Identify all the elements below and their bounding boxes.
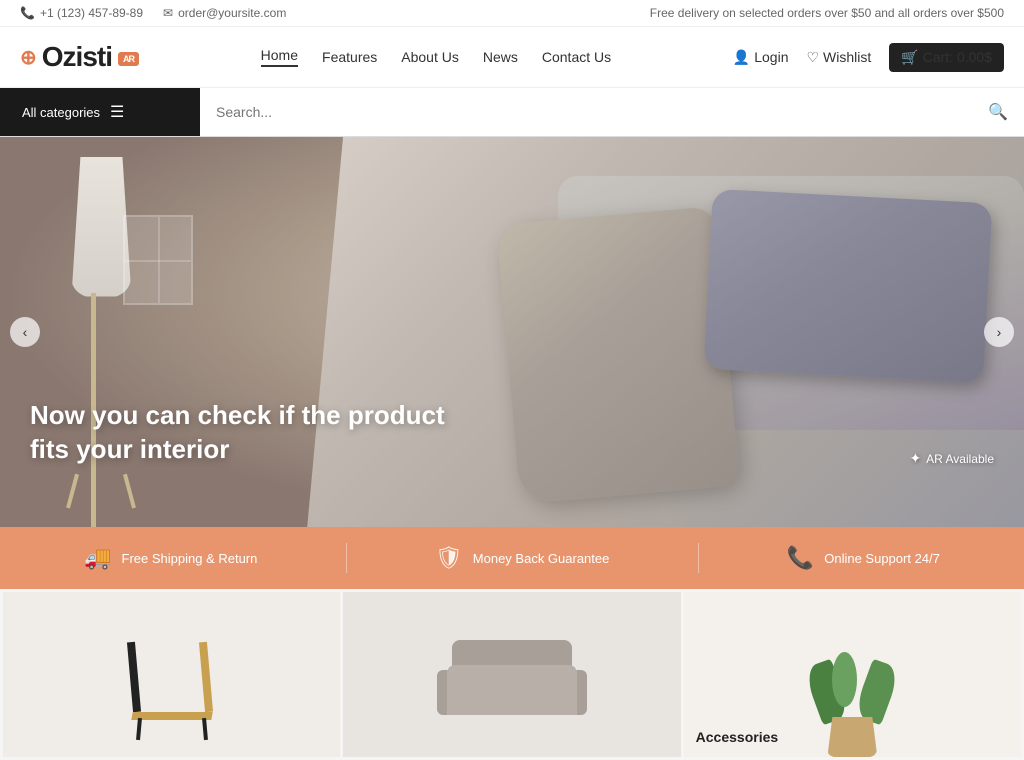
login-icon: 👤 <box>733 49 750 66</box>
feature-money-back: 🛡 Money Back Guarantee <box>435 545 610 571</box>
nav-features[interactable]: Features <box>322 49 377 65</box>
nav-news[interactable]: News <box>483 49 518 65</box>
logo-ar-badge: AR <box>118 52 139 66</box>
top-bar-contact: 📞 +1 (123) 457-89-89 ✉ order@yoursite.co… <box>20 6 286 20</box>
chair-background <box>3 592 340 757</box>
email-address: order@yoursite.com <box>178 6 286 20</box>
all-categories-button[interactable]: All categories ☰ <box>0 88 200 136</box>
product-card-plant[interactable]: Accessories <box>684 592 1021 757</box>
cart-icon: 🛒 <box>901 49 918 66</box>
shipping-icon: 🚚 <box>84 545 111 571</box>
right-arrow-icon: › <box>997 324 1002 340</box>
shipping-label: Free Shipping & Return <box>122 551 258 566</box>
feature-divider-2 <box>698 543 699 573</box>
wishlist-label: Wishlist <box>823 49 871 65</box>
lamp-legs <box>61 468 141 508</box>
plant-leaf-3 <box>832 652 857 707</box>
ar-badge: ✦ AR Available <box>909 450 994 467</box>
nav-contact[interactable]: Contact Us <box>542 49 611 65</box>
lamp-leg-right <box>123 473 136 508</box>
chair-leg2 <box>202 717 208 739</box>
chair-leg1 <box>136 717 142 739</box>
sofa-mini-visual <box>437 625 587 725</box>
phone-icon: 📞 <box>20 6 35 20</box>
logo-text: Ozisti <box>42 41 112 73</box>
nav-home[interactable]: Home <box>261 47 298 67</box>
search-input[interactable] <box>216 90 988 134</box>
nav-login[interactable]: 👤 Login <box>733 49 789 66</box>
hamburger-icon: ☰ <box>110 102 124 122</box>
money-back-icon: 🛡 <box>435 545 463 571</box>
chair-seat <box>131 712 212 720</box>
sofa-background <box>343 592 680 757</box>
search-bar: All categories ☰ 🔍 <box>0 88 1024 137</box>
sofa-area <box>307 137 1024 527</box>
plant-pot <box>827 717 877 757</box>
hero-next-button[interactable]: › <box>984 317 1014 347</box>
sofa-body <box>447 665 577 715</box>
phone-info: 📞 +1 (123) 457-89-89 <box>20 6 143 20</box>
lamp-leg-left <box>67 473 80 508</box>
header: ⊕ Ozisti AR Home Features About Us News … <box>0 27 1024 88</box>
pillow-right <box>704 188 993 382</box>
feature-divider-1 <box>346 543 347 573</box>
hero-headline-line1: Now you can check if the product <box>30 400 445 430</box>
plant-leaf-2 <box>853 659 902 726</box>
product-card-chair[interactable] <box>3 592 340 757</box>
logo-icon: ⊕ <box>20 45 36 70</box>
main-nav: Home Features About Us News Contact Us <box>261 47 611 67</box>
left-arrow-icon: ‹ <box>23 324 28 340</box>
product-card-sofa[interactable] <box>343 592 680 757</box>
login-label: Login <box>754 49 788 65</box>
lamp-decoration <box>61 137 141 527</box>
promo-text: Free delivery on selected orders over $5… <box>650 6 1004 20</box>
product-label-accessories: Accessories <box>696 729 779 745</box>
feature-shipping: 🚚 Free Shipping & Return <box>84 545 257 571</box>
nav-cart[interactable]: 🛒 Cart: 0.00$ <box>889 43 1004 72</box>
search-input-wrapper: 🔍 <box>200 90 1024 134</box>
features-bar: 🚚 Free Shipping & Return 🛡 Money Back Gu… <box>0 527 1024 589</box>
cart-label: Cart: 0.00$ <box>923 49 992 65</box>
hero-headline-line2: fits your interior <box>30 434 229 464</box>
logo[interactable]: ⊕ Ozisti AR <box>20 41 139 73</box>
nav-right: 👤 Login ♡ Wishlist 🛒 Cart: 0.00$ <box>733 43 1004 72</box>
top-bar: 📞 +1 (123) 457-89-89 ✉ order@yoursite.co… <box>0 0 1024 27</box>
money-back-label: Money Back Guarantee <box>473 551 610 566</box>
search-icon[interactable]: 🔍 <box>988 102 1008 122</box>
hero-banner: ‹ › Now you can check if the product fit… <box>0 137 1024 527</box>
support-label: Online Support 24/7 <box>824 551 940 566</box>
chair-back <box>127 641 141 711</box>
chair-back2 <box>199 641 213 711</box>
plant-visual <box>802 627 902 757</box>
window-light-effect <box>123 215 193 305</box>
nav-wishlist[interactable]: ♡ Wishlist <box>806 49 871 66</box>
hero-headline: Now you can check if the product fits yo… <box>30 399 445 467</box>
heart-icon: ♡ <box>806 49 819 66</box>
product-grid: Accessories <box>0 589 1024 760</box>
phone-number: +1 (123) 457-89-89 <box>40 6 143 20</box>
hero-prev-button[interactable]: ‹ <box>10 317 40 347</box>
hero-text: Now you can check if the product fits yo… <box>30 399 445 467</box>
all-categories-label: All categories <box>22 105 100 120</box>
feature-support: 📞 Online Support 24/7 <box>787 545 940 571</box>
ar-badge-icon: ✦ <box>909 450 921 467</box>
pillow-large <box>496 206 740 504</box>
support-icon: 📞 <box>787 545 814 571</box>
ar-badge-label: AR Available <box>926 452 994 466</box>
email-icon: ✉ <box>163 6 173 20</box>
nav-about[interactable]: About Us <box>401 49 459 65</box>
email-info: ✉ order@yoursite.com <box>163 6 286 20</box>
chair-visual <box>112 610 232 740</box>
